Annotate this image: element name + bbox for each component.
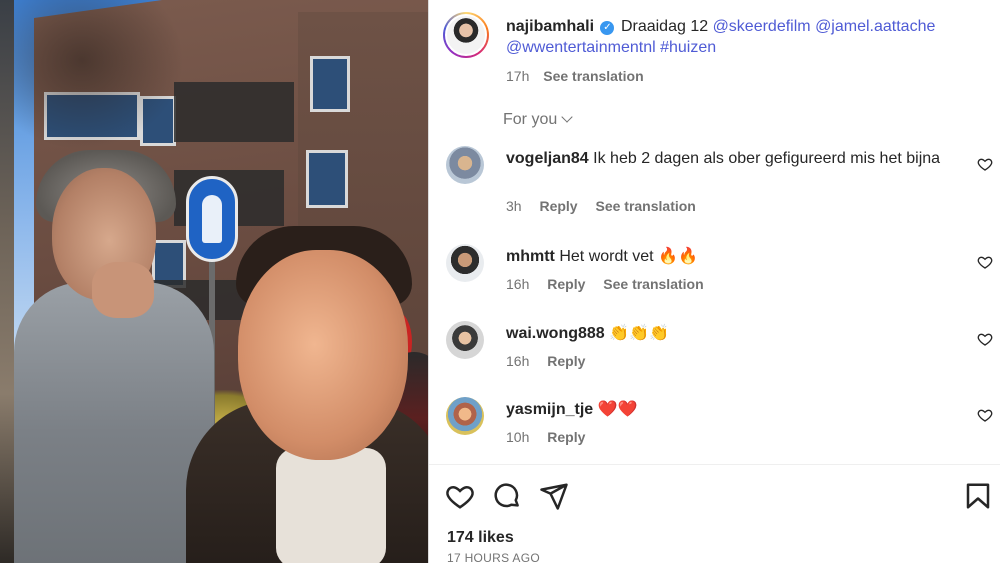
like-comment-heart-icon[interactable] [977, 331, 993, 347]
author-username[interactable]: najibamhali [506, 18, 594, 35]
mention-link[interactable]: @skeerdefilm [713, 18, 811, 35]
heart-icon[interactable] [445, 481, 475, 511]
person-left-hand [92, 262, 154, 318]
caption-meta: 17h See translation [506, 68, 644, 84]
see-translation-button[interactable]: See translation [543, 68, 643, 84]
commenter-avatar[interactable] [446, 397, 484, 435]
mention-link[interactable]: @jamel.aattache [815, 18, 935, 35]
reply-button[interactable]: Reply [539, 198, 577, 214]
comment-time: 3h [506, 198, 522, 214]
verified-check-icon: ✓ [600, 21, 615, 35]
comment-time: 16h [506, 276, 530, 292]
commenter-username[interactable]: mhmtt [506, 248, 555, 265]
reply-button[interactable]: Reply [547, 429, 585, 445]
reply-button[interactable]: Reply [547, 353, 585, 369]
pedestrian-sign [186, 176, 238, 262]
caption-text: najibamhali ✓ Draaidag 12 @skeerdefilm @… [506, 16, 976, 58]
chevron-down-icon [561, 111, 573, 123]
comment-body: 👏👏👏 [609, 325, 669, 342]
comment-item: mhmtt Het wordt vet 🔥🔥 16h Reply See tra… [443, 244, 999, 294]
window [310, 56, 350, 112]
comment-text: wai.wong888 👏👏👏 [506, 323, 946, 344]
caption-time: 17h [506, 68, 530, 84]
sort-label: For you [503, 111, 558, 128]
reply-button[interactable]: Reply [547, 276, 585, 292]
balcony [174, 82, 294, 142]
tree-branches [14, 0, 184, 150]
mention-link[interactable]: @wwentertainmentnl [506, 39, 656, 56]
hashtag-link[interactable]: #huizen [660, 39, 716, 56]
author-avatar[interactable] [443, 12, 489, 58]
post-timestamp: 17 hours ago [447, 551, 540, 563]
post-details-panel: najibamhali ✓ Draaidag 12 @skeerdefilm @… [429, 0, 1000, 563]
comment-body: ❤️❤️ [597, 401, 638, 418]
comment-time: 10h [506, 429, 530, 445]
like-comment-heart-icon[interactable] [977, 407, 993, 423]
like-comment-heart-icon[interactable] [977, 254, 993, 270]
comment-meta: 3h Reply See translation [506, 198, 710, 214]
comment-meta: 16h Reply See translation [506, 276, 718, 292]
comment-icon[interactable] [492, 481, 522, 511]
comment-text: yasmijn_tje ❤️❤️ [506, 399, 946, 420]
comment-item: vogeljan84 Ik heb 2 dagen als ober gefig… [443, 146, 999, 216]
comment-time: 16h [506, 353, 530, 369]
comment-body: Het wordt vet 🔥🔥 [559, 248, 698, 265]
commenter-avatar[interactable] [446, 321, 484, 359]
comment-meta: 16h Reply [506, 353, 599, 369]
comment-item: yasmijn_tje ❤️❤️ 10h Reply [443, 397, 999, 447]
comment-text: vogeljan84 Ik heb 2 dagen als ober gefig… [506, 148, 946, 169]
comment-body: Ik heb 2 dagen als ober gefigureerd mis … [593, 150, 941, 167]
comment-sort-dropdown[interactable]: For you [503, 111, 573, 129]
see-translation-button[interactable]: See translation [595, 198, 695, 214]
likes-count[interactable]: 174 likes [447, 529, 514, 547]
window [306, 150, 348, 208]
commenter-avatar[interactable] [446, 146, 484, 184]
commenter-avatar[interactable] [446, 244, 484, 282]
see-translation-button[interactable]: See translation [603, 276, 703, 292]
share-icon[interactable] [539, 481, 569, 511]
bookmark-icon[interactable] [963, 481, 993, 511]
actions-divider [429, 464, 1000, 465]
like-comment-heart-icon[interactable] [977, 156, 993, 172]
caption-body: Draaidag 12 [620, 18, 709, 35]
post-actions-bar [445, 481, 990, 511]
commenter-username[interactable]: yasmijn_tje [506, 401, 593, 418]
previous-media-edge [0, 0, 14, 563]
commenter-username[interactable]: wai.wong888 [506, 325, 605, 342]
comment-item: wai.wong888 👏👏👏 16h Reply [443, 321, 999, 371]
person-right-face [238, 250, 408, 460]
comment-meta: 10h Reply [506, 429, 599, 445]
commenter-username[interactable]: vogeljan84 [506, 150, 589, 167]
person-left-coat [14, 282, 214, 563]
post-media[interactable] [0, 0, 428, 563]
comment-text: mhmtt Het wordt vet 🔥🔥 [506, 246, 946, 267]
post-photo [14, 0, 428, 563]
person-right-shirt [276, 448, 386, 563]
